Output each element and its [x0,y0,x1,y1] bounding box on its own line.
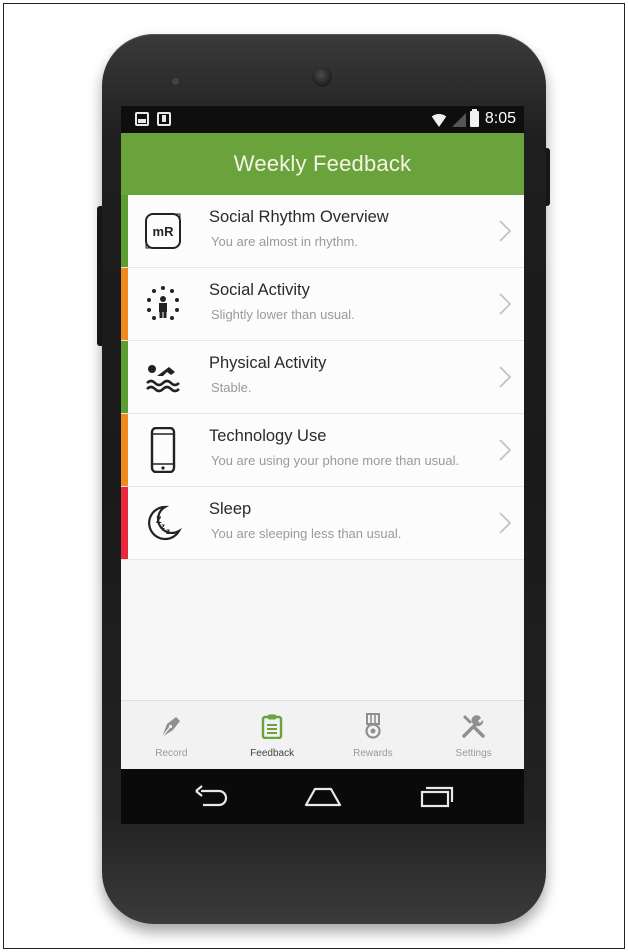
front-camera-icon [311,66,333,88]
sleep-moon-icon: Z z z [141,501,185,545]
phone-screen: 8:05 Weekly Feedback mR Social Rhythm Ov… [121,106,524,824]
feedback-item-subtitle: You are sleeping less than usual. [211,526,402,541]
feedback-item-title: Technology Use [209,427,327,445]
social-activity-icon [141,282,185,326]
tab-settings[interactable]: Settings [423,701,524,769]
chevron-right-icon [499,439,512,461]
download-notification-icon [157,112,171,126]
page-title: Weekly Feedback [233,151,412,176]
chevron-right-icon [499,293,512,315]
signal-icon [451,113,466,127]
recents-icon[interactable] [416,783,456,811]
medal-icon [365,713,381,739]
app-bar: Weekly Feedback [121,133,524,195]
proximity-sensor [172,78,179,85]
tab-rewards[interactable]: Rewards [323,701,424,769]
image-notification-icon [135,112,149,126]
swimmer-icon [141,355,185,399]
wifi-icon [429,114,448,127]
bottom-tab-bar: Record Feedback Rewards Settings [121,700,524,769]
svg-text:z: z [161,522,165,531]
tab-label: Settings [455,748,492,759]
feedback-item-subtitle: You are almost in rhythm. [211,234,358,249]
feedback-item-technology-use[interactable]: Technology Use You are using your phone … [121,414,524,487]
status-indicator [121,414,128,486]
home-icon[interactable] [303,783,343,811]
mr-logo-text: mR [153,224,175,239]
back-icon[interactable] [191,783,231,811]
chevron-right-icon [499,220,512,242]
battery-icon [469,109,479,127]
tab-label: Rewards [353,748,393,759]
status-indicator [121,487,128,559]
status-bar: 8:05 [121,106,524,133]
status-time: 8:05 [484,110,516,127]
mr-logo-icon: mR [141,209,185,253]
feedback-item-title: Social Rhythm Overview [209,208,389,226]
status-indicator [121,195,128,267]
status-indicator [121,268,128,340]
feedback-item-title: Physical Activity [209,354,327,372]
chevron-right-icon [499,512,512,534]
sensor-dots [452,74,482,87]
status-indicator [121,341,128,413]
clipboard-icon [261,714,283,739]
feedback-item-subtitle: Stable. [211,380,252,395]
tab-feedback[interactable]: Feedback [222,701,323,769]
feedback-item-social-activity[interactable]: Social Activity Slightly lower than usua… [121,268,524,341]
feedback-item-subtitle: Slightly lower than usual. [211,307,355,322]
tab-label: Record [155,748,188,759]
system-nav-bar [121,769,524,824]
tab-label: Feedback [250,748,295,759]
chevron-right-icon [499,366,512,388]
feedback-item-title: Sleep [209,500,252,518]
feedback-item-physical-activity[interactable]: Physical Activity Stable. [121,341,524,414]
pen-nib-icon [161,717,181,738]
feedback-item-title: Social Activity [209,281,310,299]
feedback-list: mR Social Rhythm Overview You are almost… [121,195,524,560]
smartphone-icon [141,427,185,473]
feedback-item-subtitle: You are using your phone more than usual… [211,453,460,468]
feedback-item-social-rhythm[interactable]: mR Social Rhythm Overview You are almost… [121,195,524,268]
tab-record[interactable]: Record [121,701,222,769]
svg-text:z: z [166,527,170,536]
feedback-item-sleep[interactable]: Z z z Sleep You are sleeping less than u… [121,487,524,560]
wrench-screwdriver-icon [461,715,485,738]
